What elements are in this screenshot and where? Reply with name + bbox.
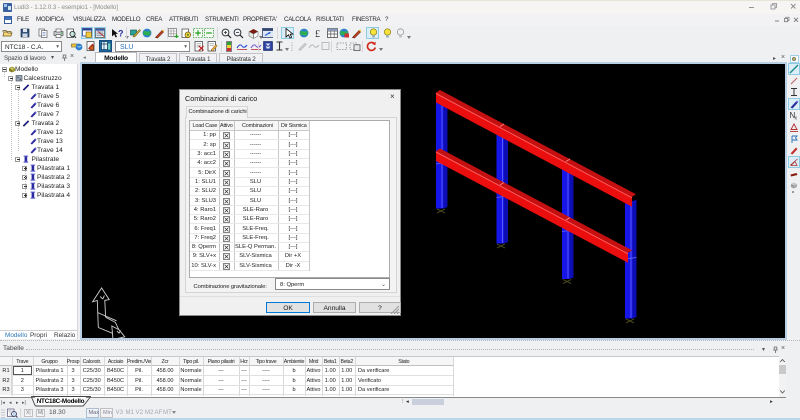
svg-text:x: x [795,116,798,121]
svg-text:?: ? [118,28,124,38]
svg-text:£: £ [315,29,320,39]
